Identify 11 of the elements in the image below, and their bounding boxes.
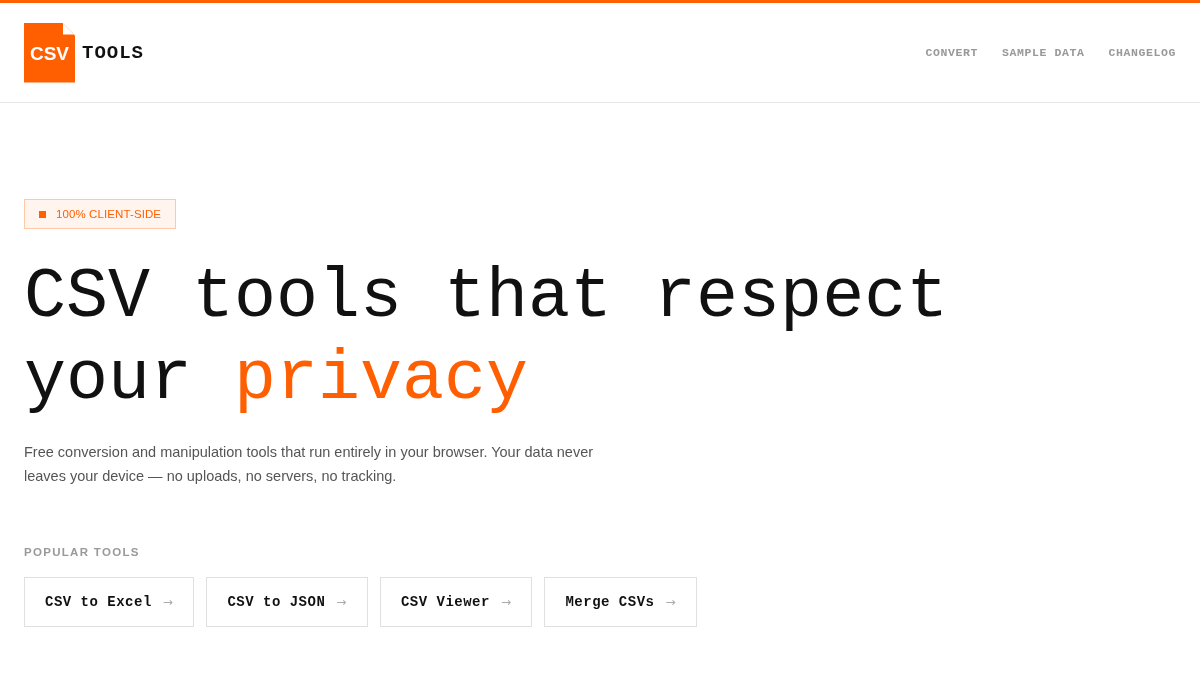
section-heading: POPULAR TOOLS — [24, 546, 141, 558]
headline: CSV tools that respect your privacy — [24, 257, 950, 421]
tool-button[interactable]: Merge CSVs → — [544, 577, 698, 627]
badge-label: 100% CLIENT-SIDE — [56, 208, 162, 220]
description: Free conversion and manipulation tools that run entirely in your browser. Your data never leaves your device — no uploads, no servers, no tracking. — [24, 443, 595, 486]
tool-button[interactable]: CSV to JSON → — [206, 577, 368, 627]
logo-wordmark: TOOLS — [82, 41, 144, 64]
tool-button[interactable]: CSV to Excel → — [24, 577, 195, 627]
logo-mark: CSV — [24, 22, 75, 83]
square-bullet-icon — [39, 210, 46, 218]
tool-button[interactable]: CSV Viewer → — [379, 577, 533, 627]
